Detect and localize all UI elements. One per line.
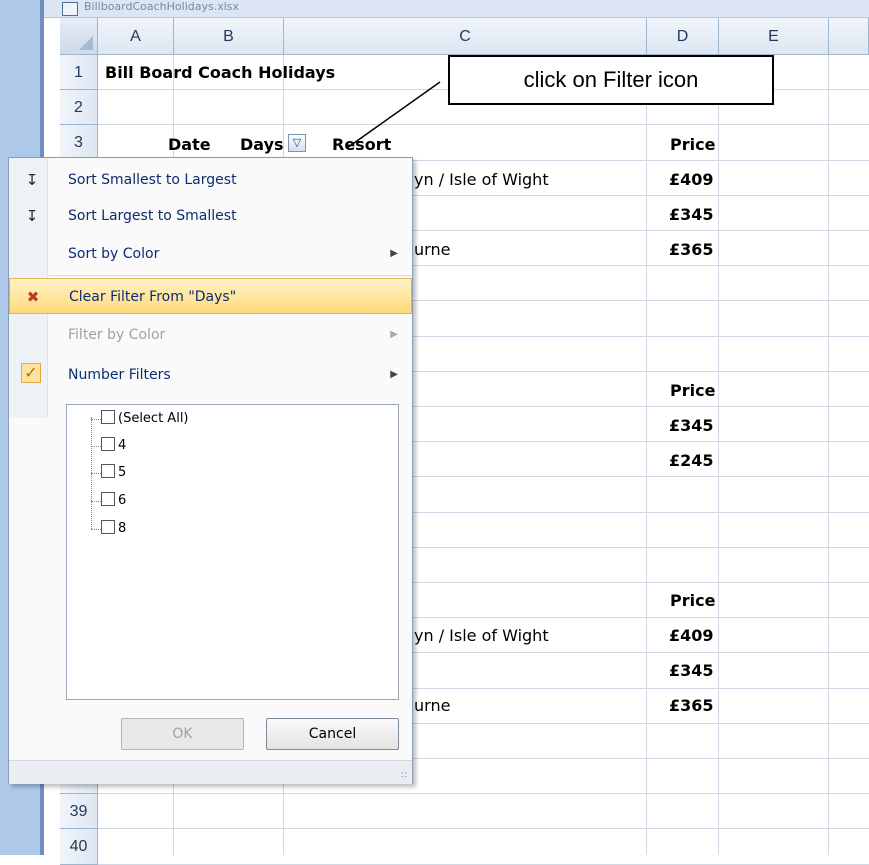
price-cell[interactable]: £245 <box>669 451 714 470</box>
gridline <box>646 55 647 855</box>
table-row <box>98 794 869 830</box>
resort-cell[interactable]: yn / Isle of Wight <box>414 170 549 189</box>
sort-za-icon: ↧ <box>25 207 39 225</box>
filter-option[interactable]: 4 <box>101 436 126 456</box>
number-filters-item[interactable]: ✓ Number Filters ▶ <box>9 357 412 393</box>
cancel-button[interactable]: Cancel <box>266 718 399 750</box>
header-price[interactable]: Price <box>670 381 715 400</box>
menu-resize-bar: ∷ <box>9 760 412 784</box>
price-cell[interactable]: £365 <box>669 240 714 259</box>
submenu-arrow-icon: ▶ <box>390 369 398 380</box>
checkbox[interactable] <box>101 437 115 451</box>
gridline <box>828 55 829 855</box>
sort-az-icon: ↧ <box>25 171 39 189</box>
gridline <box>718 55 719 855</box>
price-cell[interactable]: £409 <box>669 170 714 189</box>
tree-connector <box>91 473 101 474</box>
submenu-arrow-icon: ▶ <box>390 329 398 340</box>
header-price[interactable]: Price <box>670 591 715 610</box>
price-cell[interactable]: £365 <box>669 696 714 715</box>
ok-button[interactable]: OK <box>121 718 244 750</box>
tree-connector <box>91 529 101 530</box>
table-row <box>98 829 869 865</box>
filter-option[interactable]: 8 <box>101 519 126 539</box>
resize-grip-icon[interactable]: ∷ <box>401 771 408 781</box>
row-header[interactable]: 39 <box>60 794 98 830</box>
checkbox[interactable] <box>101 492 115 506</box>
checkbox[interactable] <box>101 464 115 478</box>
sort-descending-item[interactable]: ↧ Sort Largest to Smallest <box>9 198 412 234</box>
resort-cell[interactable]: yn / Isle of Wight <box>414 626 549 645</box>
sort-descending-label: Sort Largest to Smallest <box>68 208 237 224</box>
autofilter-dropdown: ↧ Sort Smallest to Largest ↧ Sort Larges… <box>8 157 413 784</box>
resort-cell[interactable]: urne <box>414 240 450 259</box>
number-filters-label: Number Filters <box>68 367 171 383</box>
clear-filter-item[interactable]: ✖ Clear Filter From "Days" <box>9 278 412 314</box>
tree-connector <box>91 419 101 420</box>
filter-option-select-all[interactable]: (Select All) <box>101 409 189 429</box>
sort-ascending-item[interactable]: ↧ Sort Smallest to Largest <box>9 162 412 198</box>
sort-ascending-label: Sort Smallest to Largest <box>68 172 237 188</box>
checkbox[interactable] <box>101 410 115 424</box>
price-cell[interactable]: £409 <box>669 626 714 645</box>
price-cell[interactable]: £345 <box>669 661 714 680</box>
checkmark-icon: ✓ <box>21 363 41 383</box>
sort-by-color-label: Sort by Color <box>68 246 160 262</box>
row-header[interactable]: 40 <box>60 829 98 865</box>
sort-by-color-item[interactable]: Sort by Color ▶ <box>9 236 412 272</box>
menu-separator <box>49 275 411 276</box>
resort-cell[interactable]: urne <box>414 696 450 715</box>
price-cell[interactable]: £345 <box>669 205 714 224</box>
filter-by-color-label: Filter by Color <box>68 327 166 343</box>
filter-by-color-item[interactable]: Filter by Color ▶ <box>9 317 412 353</box>
tree-connector <box>91 446 101 447</box>
price-cell[interactable]: £345 <box>669 416 714 435</box>
checkbox[interactable] <box>101 520 115 534</box>
clear-filter-icon: ✖ <box>26 288 40 306</box>
instruction-callout: click on Filter icon <box>448 55 774 105</box>
filter-option[interactable]: 6 <box>101 491 126 511</box>
filter-option[interactable]: 5 <box>101 463 126 483</box>
tree-connector <box>91 501 101 502</box>
clear-filter-label: Clear Filter From "Days" <box>69 289 237 305</box>
submenu-arrow-icon: ▶ <box>390 248 398 259</box>
filter-values-list[interactable]: (Select All) 4 5 6 8 <box>66 404 399 700</box>
